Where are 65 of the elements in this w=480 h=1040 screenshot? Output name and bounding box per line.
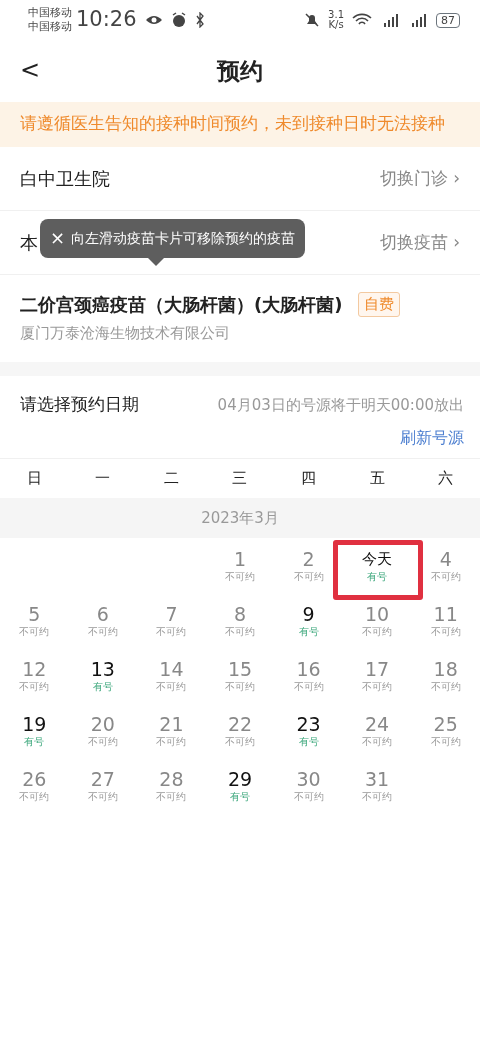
date-cell[interactable]: 9 有号 [274,594,343,650]
date-cell[interactable]: 25 不可约 [411,704,480,760]
date-cell[interactable]: 10 不可约 [342,594,412,650]
eye-icon [144,14,163,26]
alarm-icon [170,12,187,28]
manufacturer-name: 厦门万泰沧海生物技术有限公司 [20,322,231,344]
refresh-link[interactable]: 刷新号源 [400,425,464,450]
release-hint: 04月03日的号源将于明天00:00放出 [217,394,464,416]
date-cell[interactable]: 31 不可约 [342,759,412,815]
net-speed-text: K/s [328,20,344,30]
date-cell[interactable]: 13 有号 [68,649,138,705]
date-cell[interactable]: 30 不可约 [274,759,343,815]
weekday-label: 日 [25,468,43,489]
date-cell[interactable]: 6 不可约 [68,594,138,650]
carrier-name: 中国移动 [28,6,72,20]
month-label: 2023年3月 [0,497,480,538]
date-cell[interactable]: 23 有号 [274,704,343,760]
date-cell[interactable]: 今天 有号 [342,539,412,595]
tooltip-text: 向左滑动疫苗卡片可移除预约的疫苗 [71,228,296,248]
battery-level: 87 [436,12,460,28]
date-cell[interactable]: 1 不可约 [205,539,275,595]
fee-tag: 自费 [358,292,401,317]
switch-link[interactable]: 切换疫苗 › [379,229,460,255]
date-cell[interactable]: 15 不可约 [205,649,275,705]
date-cell[interactable]: 12 不可约 [0,649,69,705]
wifi-icon [352,13,372,27]
date-cell[interactable]: 2 不可约 [274,539,343,595]
date-cell[interactable]: 16 不可约 [274,649,343,705]
close-button[interactable]: × [50,229,72,248]
weekday-label: 三 [231,468,249,489]
date-cell[interactable]: 27 不可约 [68,759,138,815]
muted-bell-icon [304,12,321,28]
date-cell[interactable]: 29 有号 [205,759,275,815]
back-button[interactable]: < [14,52,47,88]
date-cell[interactable]: 14 不可约 [137,649,206,705]
date-cell[interactable]: 8 不可约 [205,594,275,650]
date-cell[interactable]: 4 不可约 [411,539,480,595]
date-cell[interactable]: 11 不可约 [411,594,480,650]
vaccine-name: 二价宫颈癌疫苗（大肠杆菌）(大肠杆菌) [20,292,343,317]
notice-banner: 请遵循医生告知的接种时间预约，未到接种日时无法接种 [0,102,480,147]
date-cell[interactable]: 5 不可约 [0,594,69,650]
weekday-label: 一 [94,468,112,489]
net-speed-text: 3.1 [328,10,344,20]
date-cell[interactable]: 24 不可约 [342,704,412,760]
bluetooth-icon [194,12,205,28]
row-label: 白中卫生院 [20,166,110,191]
date-cell[interactable]: 21 不可约 [137,704,206,760]
section-title: 请选择预约日期 [20,393,139,417]
weekday-label: 二 [162,468,180,489]
switch-link[interactable]: 切换门诊 › [379,165,460,191]
status-time: 10:26 [76,6,137,34]
date-cell[interactable]: 20 不可约 [68,704,138,760]
date-cell[interactable]: 7 不可约 [137,594,206,650]
weekday-label: 六 [437,468,455,489]
weekday-label: 四 [300,468,318,489]
date-cell[interactable]: 28 不可约 [137,759,206,815]
date-cell[interactable]: 17 不可约 [342,649,412,705]
weekday-label: 五 [368,468,386,489]
date-cell[interactable]: 26 不可约 [0,759,69,815]
row-label: 本 [20,230,38,255]
carrier-name: 中国移动 [28,20,72,34]
date-cell[interactable]: 19 有号 [0,704,69,760]
page-title: 预约 [217,56,263,86]
date-cell[interactable]: 22 不可约 [205,704,275,760]
date-cell[interactable]: 18 不可约 [411,649,480,705]
